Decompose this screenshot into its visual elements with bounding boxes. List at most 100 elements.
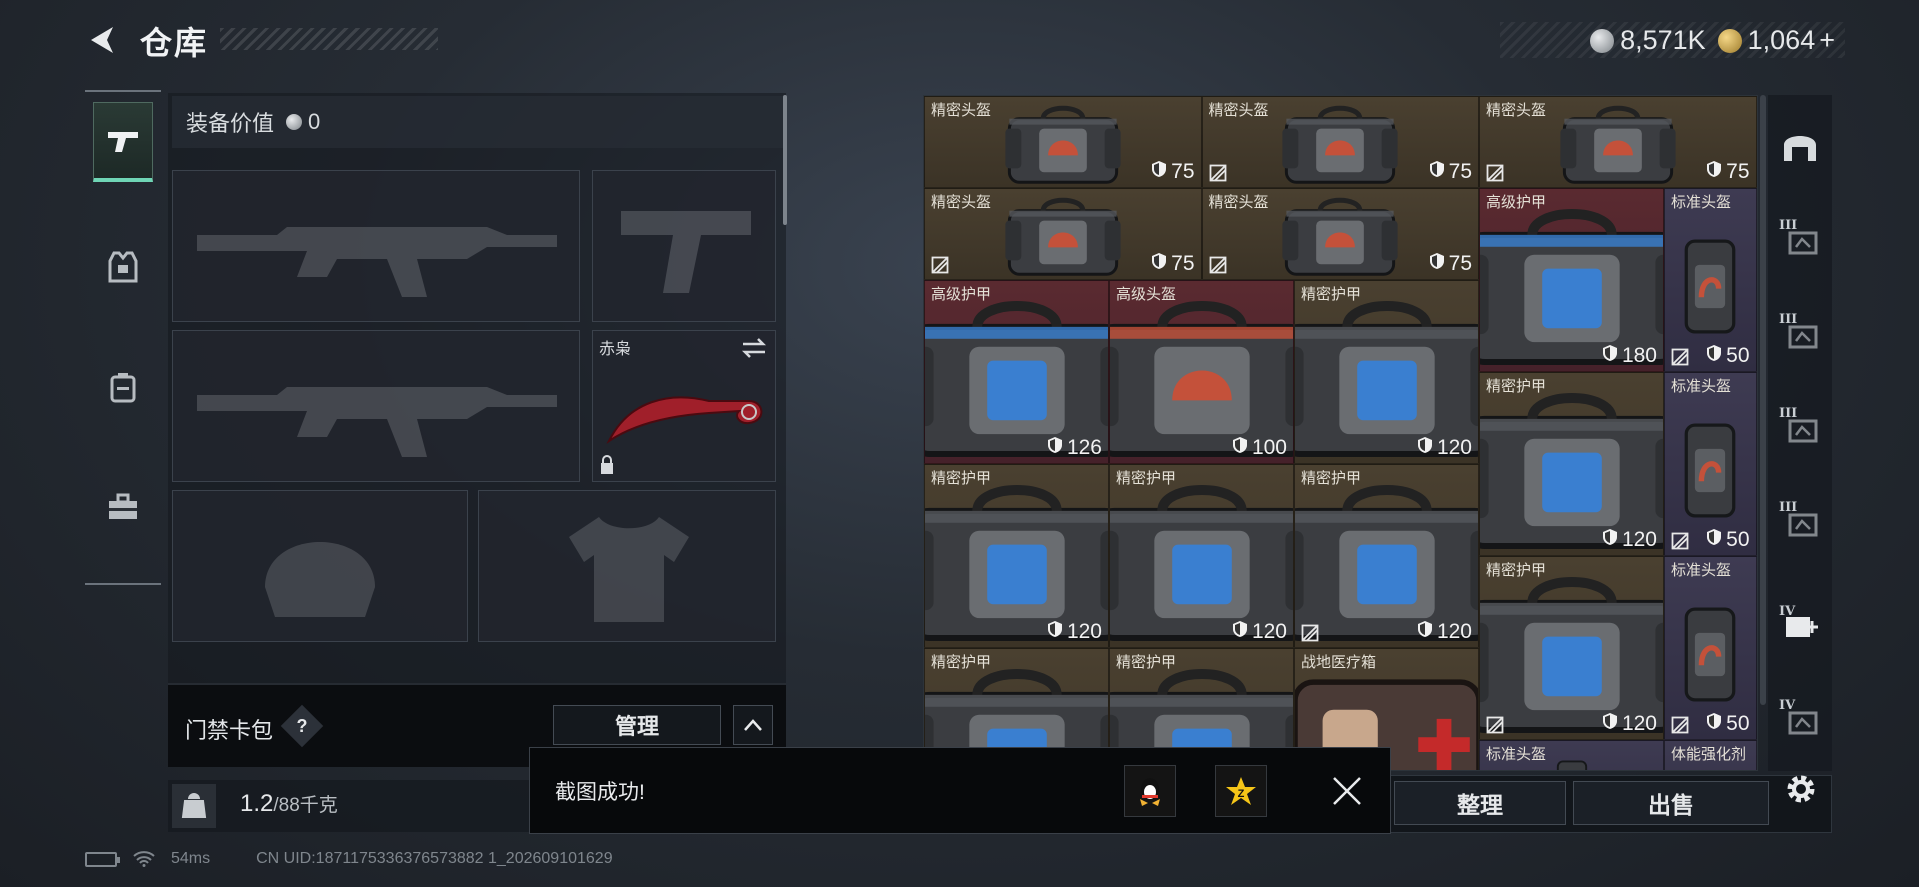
tab-weapons[interactable] <box>93 102 153 182</box>
stash-item[interactable]: 精密头盔 75 <box>1201 188 1479 280</box>
primary-weapon-slot[interactable] <box>172 170 580 322</box>
shield-icon <box>1429 252 1445 276</box>
stash-item[interactable]: 高级护甲 126 <box>924 280 1109 464</box>
stash-item[interactable]: 体能强化剂 <box>1664 740 1757 770</box>
shield-icon <box>1151 160 1167 184</box>
stash-item[interactable]: 精密头盔 75 <box>1201 96 1479 188</box>
item-name: 精密头盔 <box>1208 194 1269 211</box>
sidearm-slot[interactable] <box>592 170 776 322</box>
swap-icon[interactable] <box>741 337 767 359</box>
manage-button[interactable]: 管理 <box>553 705 721 745</box>
loadout-scrollbar[interactable] <box>783 95 787 225</box>
item-image <box>1678 222 1743 356</box>
durability-value: 120 <box>1251 620 1287 643</box>
share-qq-button[interactable] <box>1124 765 1176 817</box>
stash-item[interactable]: 标准头盔 50 <box>1664 372 1757 556</box>
durability-value: 75 <box>1448 160 1472 183</box>
equipment-value-row: 装备价值 0 <box>172 96 784 148</box>
stash-item[interactable]: 高级护甲 180 <box>1479 188 1664 372</box>
gold-coin-icon <box>1717 29 1742 54</box>
filter-tier4[interactable]: IV <box>1775 692 1825 752</box>
shield-icon <box>1602 528 1618 552</box>
filter-tier3-helmet[interactable]: III <box>1775 212 1825 272</box>
stash-item[interactable]: 高级头盔 100 <box>1109 280 1294 464</box>
durability-value: 126 <box>1066 436 1102 459</box>
equipment-value-label: 装备价值 <box>186 111 275 136</box>
helmet-case-icon <box>1556 759 1587 770</box>
stash-item[interactable]: 精密护甲 120 <box>1479 556 1664 740</box>
shield-icon <box>1047 620 1063 644</box>
durability-value: 180 <box>1621 344 1657 367</box>
filter-helmet-filter[interactable] <box>1775 118 1825 178</box>
sell-button[interactable]: 出售 <box>1573 781 1769 825</box>
tier3-vest-alt-icon <box>1780 411 1820 450</box>
weight-bar <box>168 780 548 832</box>
wifi-icon <box>133 851 155 867</box>
durability-value: 50 <box>1726 712 1750 735</box>
sort-button[interactable]: 整理 <box>1394 781 1566 825</box>
chevron-up-icon <box>744 719 762 731</box>
pistol-icon <box>108 131 138 152</box>
add-currency-button[interactable]: + <box>1819 25 1835 55</box>
stash-item[interactable]: 标准头盔 50 <box>1664 188 1757 372</box>
helmet-case-icon <box>1684 239 1736 334</box>
access-card-pack-label: 门禁卡包 <box>185 718 274 743</box>
currency-bar: 8,571K 1,064 + <box>1500 22 1845 58</box>
stash-item[interactable]: 精密护甲 120 <box>1294 280 1479 464</box>
back-arrow-icon <box>91 27 113 53</box>
stash-item[interactable]: 精密头盔 75 <box>924 96 1202 188</box>
durability-value: 75 <box>1726 160 1750 183</box>
battery-icon <box>85 851 120 867</box>
tab-armor[interactable] <box>93 227 153 307</box>
settings-button[interactable] <box>1775 763 1827 815</box>
shield-icon <box>1706 528 1722 552</box>
stash-item[interactable]: 精密护甲 120 <box>1479 372 1664 556</box>
stash-item[interactable]: 精密护甲 120 <box>1294 464 1479 648</box>
title-decoration <box>220 28 438 50</box>
item-locked-icon <box>1671 348 1689 366</box>
stash-item[interactable]: 精密护甲 120 <box>924 464 1109 648</box>
body-armor-slot[interactable] <box>478 490 776 642</box>
helmet-filter-icon <box>1780 127 1820 170</box>
filter-tier3-vest[interactable]: III <box>1775 306 1825 366</box>
filter-tier3-vest-alt[interactable]: III <box>1775 400 1825 460</box>
stash-item[interactable]: 标准头盔 50 <box>1664 556 1757 740</box>
share-qzone-button[interactable]: Z <box>1215 765 1267 817</box>
filter-tier4-plus[interactable]: IV <box>1775 598 1825 658</box>
secondary-weapon-slot[interactable] <box>172 330 580 482</box>
equipment-value: 0 <box>308 109 321 134</box>
item-durability: 75 <box>1706 160 1750 184</box>
back-button[interactable] <box>82 20 122 60</box>
gear-bag-icon <box>1282 197 1398 276</box>
toast-close-button[interactable] <box>1327 771 1367 811</box>
silver-coin-icon <box>1590 29 1615 54</box>
stash-item[interactable]: 精密护甲 120 <box>1109 464 1294 648</box>
item-image <box>1558 100 1678 187</box>
item-image <box>1280 192 1400 279</box>
item-durability: 75 <box>1429 252 1472 276</box>
filter-tier3-vest-b[interactable]: III <box>1775 494 1825 554</box>
item-image <box>1280 100 1400 187</box>
tier3-vest-b-icon <box>1780 505 1820 544</box>
item-image <box>1678 590 1743 724</box>
tab-toolbox[interactable] <box>93 467 153 547</box>
ping-readout: 54ms <box>171 850 211 867</box>
melee-slot[interactable]: 赤枭 <box>592 330 776 482</box>
stash-item[interactable]: 精密头盔 75 <box>924 188 1202 280</box>
stash-item[interactable]: 标准头盔 <box>1479 740 1664 770</box>
stash-item[interactable]: 精密头盔 75 <box>1479 96 1757 188</box>
helmet-slot[interactable] <box>172 490 468 642</box>
shield-icon <box>1232 436 1248 460</box>
tier4-icon <box>1780 703 1820 742</box>
item-durability: 50 <box>1706 528 1750 552</box>
tab-backpack[interactable] <box>93 347 153 427</box>
tier3-helmet-icon <box>1780 223 1820 262</box>
stash-scrollbar[interactable] <box>1760 95 1766 705</box>
gold-currency[interactable]: 1,064 + <box>1717 25 1835 56</box>
page-title: 仓库 <box>140 25 209 61</box>
expand-button[interactable] <box>733 705 773 745</box>
item-name: 精密头盔 <box>931 102 992 119</box>
shield-icon <box>1706 712 1722 736</box>
stash-grid: 精密头盔 75 精密头盔 75 精密头盔 75 精密头盔 75 精密头盔 75 高级护甲 180 标准头… <box>923 95 1758 771</box>
star-icon: Z <box>1226 777 1256 805</box>
